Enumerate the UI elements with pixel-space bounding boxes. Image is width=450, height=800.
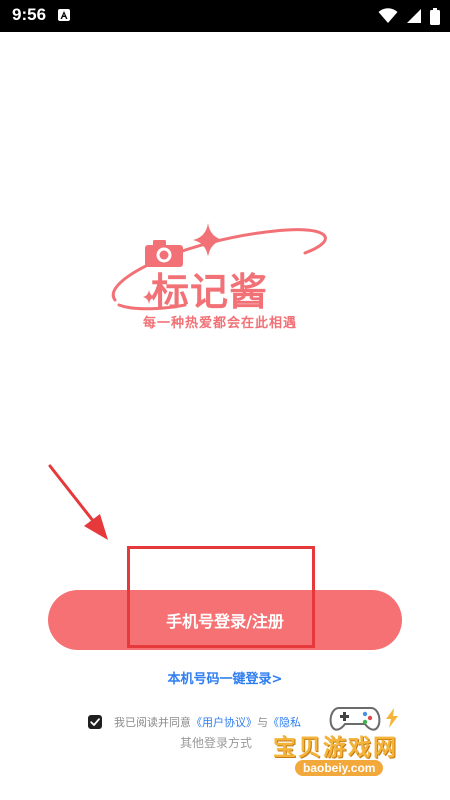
battery-icon (430, 7, 440, 25)
phone-login-register-button[interactable]: 手机号登录/注册 (48, 590, 402, 650)
status-icons (378, 7, 440, 25)
logo-wordmark: 标记酱 (151, 270, 269, 314)
agreement-row: 我已阅读并同意 《用户协议》 与 《隐私 (88, 713, 301, 731)
watermark-url: baobeiy.com (295, 760, 384, 776)
gamepad-icon (329, 707, 381, 731)
app-notification-icon (58, 9, 70, 21)
watermark-title: 宝贝游戏网 (273, 735, 398, 761)
cellular-signal-icon (407, 9, 421, 23)
agreement-prefix: 我已阅读并同意 (114, 716, 191, 729)
wifi-icon (378, 8, 398, 23)
annotation-arrow (48, 464, 108, 540)
agreement-connector: 与 (257, 716, 268, 729)
status-time: 9:56 (12, 5, 47, 24)
logo-slogan: 每一种热爱都会在此相遇 (143, 316, 298, 331)
agreement-checkbox[interactable] (88, 715, 102, 729)
app-logo: 标记酱 每一种热爱都会在此相遇 (105, 215, 340, 340)
privacy-policy-link[interactable]: 《隐私 (268, 714, 301, 730)
other-login-methods[interactable]: 其他登录方式 (180, 734, 252, 751)
lightning-icon (386, 708, 398, 728)
one-click-login-link[interactable]: 本机号码一键登录> (0, 668, 450, 687)
user-agreement-link[interactable]: 《用户协议》 (191, 714, 257, 730)
sparkle-star-icon (193, 223, 223, 257)
check-icon (90, 718, 100, 726)
status-bar: 9:56 (0, 0, 450, 32)
